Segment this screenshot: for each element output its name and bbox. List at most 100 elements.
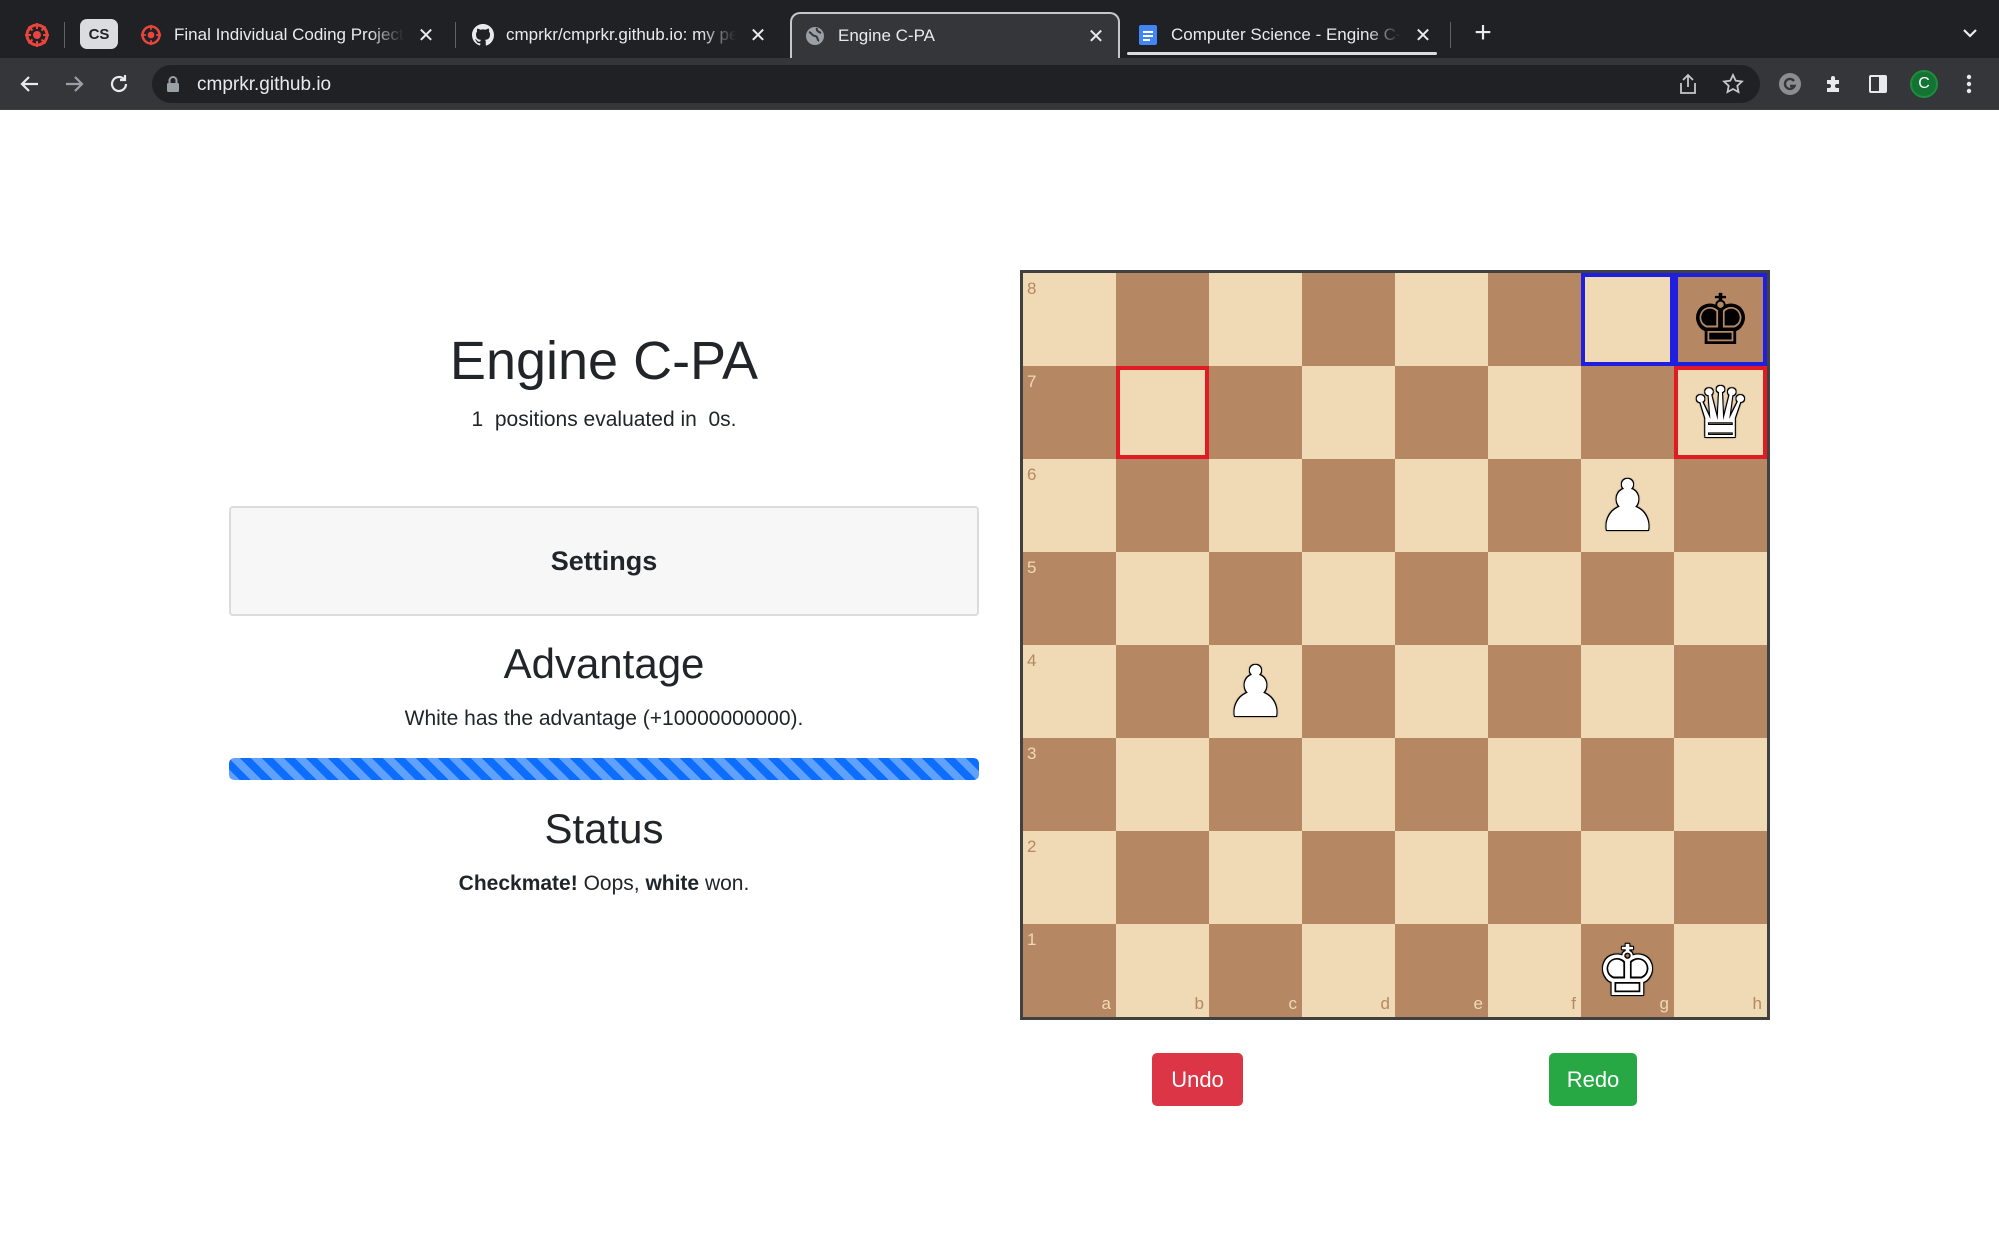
tab-engine-cpa[interactable]: Engine C-PA ✕	[790, 12, 1120, 58]
kebab-menu-icon[interactable]	[1953, 68, 1985, 100]
square-d2[interactable]	[1302, 831, 1395, 924]
tab-github[interactable]: cmprkr/cmprkr.github.io: my personal sit…	[460, 12, 780, 58]
square-a6[interactable]: 6	[1023, 459, 1116, 552]
square-a2[interactable]: 2	[1023, 831, 1116, 924]
lock-icon[interactable]	[166, 75, 180, 98]
square-f1[interactable]: f	[1488, 924, 1581, 1017]
square-f6[interactable]	[1488, 459, 1581, 552]
square-c7[interactable]	[1209, 366, 1302, 459]
white-pawn-piece[interactable]: ♟	[1224, 657, 1287, 727]
side-panel-icon[interactable]	[1862, 68, 1894, 100]
close-icon[interactable]: ✕	[1409, 21, 1437, 49]
square-e7[interactable]	[1395, 366, 1488, 459]
square-f2[interactable]	[1488, 831, 1581, 924]
close-icon[interactable]: ✕	[1082, 22, 1110, 50]
square-b4[interactable]	[1116, 645, 1209, 738]
square-a4[interactable]: 4	[1023, 645, 1116, 738]
square-e1[interactable]: e	[1395, 924, 1488, 1017]
browser-toolbar: cmprkr.github.io C	[0, 58, 1999, 110]
square-c8[interactable]	[1209, 273, 1302, 366]
square-e2[interactable]	[1395, 831, 1488, 924]
square-d1[interactable]: d	[1302, 924, 1395, 1017]
black-king-piece[interactable]: ♚	[1689, 285, 1752, 355]
forward-arrow-icon[interactable]	[58, 68, 90, 100]
square-h1[interactable]: h	[1674, 924, 1767, 1017]
square-d5[interactable]	[1302, 552, 1395, 645]
chessboard[interactable]: 8 ♚ 7 ♛ 6 ♟ 5 4 ♟ 3 2 1 a b c d e f g ♚ h	[1020, 270, 1770, 1020]
address-bar[interactable]: cmprkr.github.io	[152, 65, 1760, 103]
tab-search-chevron-icon[interactable]	[1955, 18, 1985, 48]
square-e6[interactable]	[1395, 459, 1488, 552]
square-g8[interactable]	[1581, 273, 1674, 366]
square-e5[interactable]	[1395, 552, 1488, 645]
square-b2[interactable]	[1116, 831, 1209, 924]
square-b8[interactable]	[1116, 273, 1209, 366]
square-f3[interactable]	[1488, 738, 1581, 831]
close-icon[interactable]: ✕	[412, 21, 440, 49]
square-d8[interactable]	[1302, 273, 1395, 366]
square-h7[interactable]: ♛	[1674, 366, 1767, 459]
square-h2[interactable]	[1674, 831, 1767, 924]
square-g2[interactable]	[1581, 831, 1674, 924]
square-f7[interactable]	[1488, 366, 1581, 459]
square-f5[interactable]	[1488, 552, 1581, 645]
square-f8[interactable]	[1488, 273, 1581, 366]
square-e8[interactable]	[1395, 273, 1488, 366]
close-icon[interactable]: ✕	[744, 21, 772, 49]
white-pawn-piece[interactable]: ♟	[1596, 471, 1659, 541]
square-d7[interactable]	[1302, 366, 1395, 459]
grammarly-extension-icon[interactable]	[1774, 68, 1806, 100]
square-a8[interactable]: 8	[1023, 273, 1116, 366]
square-a1[interactable]: 1a	[1023, 924, 1116, 1017]
college-logo-icon[interactable]	[24, 22, 50, 48]
square-e3[interactable]	[1395, 738, 1488, 831]
white-king-piece[interactable]: ♚	[1596, 936, 1659, 1006]
square-a3[interactable]: 3	[1023, 738, 1116, 831]
tab-separator	[1450, 22, 1451, 48]
square-c2[interactable]	[1209, 831, 1302, 924]
square-g1[interactable]: g ♚	[1581, 924, 1674, 1017]
settings-accordion-button[interactable]: Settings	[229, 506, 979, 616]
bookmark-star-icon[interactable]	[1722, 72, 1744, 100]
square-e4[interactable]	[1395, 645, 1488, 738]
profile-avatar[interactable]: C	[1910, 70, 1938, 98]
advantage-progress-fill	[229, 758, 979, 780]
square-h6[interactable]	[1674, 459, 1767, 552]
square-h5[interactable]	[1674, 552, 1767, 645]
square-h4[interactable]	[1674, 645, 1767, 738]
square-c5[interactable]	[1209, 552, 1302, 645]
square-h3[interactable]	[1674, 738, 1767, 831]
square-g3[interactable]	[1581, 738, 1674, 831]
square-g4[interactable]	[1581, 645, 1674, 738]
new-tab-plus-icon[interactable]: +	[1468, 16, 1498, 49]
square-b6[interactable]	[1116, 459, 1209, 552]
white-queen-piece[interactable]: ♛	[1689, 378, 1752, 448]
square-a7[interactable]: 7	[1023, 366, 1116, 459]
rank-label: 3	[1027, 744, 1037, 763]
square-f4[interactable]	[1488, 645, 1581, 738]
square-d3[interactable]	[1302, 738, 1395, 831]
square-c3[interactable]	[1209, 738, 1302, 831]
share-icon[interactable]	[1678, 73, 1698, 100]
square-b7[interactable]	[1116, 366, 1209, 459]
undo-button[interactable]: Undo	[1152, 1053, 1243, 1106]
square-b1[interactable]: b	[1116, 924, 1209, 1017]
square-c4[interactable]: ♟	[1209, 645, 1302, 738]
extensions-puzzle-icon[interactable]	[1818, 68, 1850, 100]
tab-group-chip[interactable]: CS	[80, 19, 118, 49]
square-a5[interactable]: 5	[1023, 552, 1116, 645]
square-h8[interactable]: ♚	[1674, 273, 1767, 366]
back-arrow-icon[interactable]	[14, 68, 46, 100]
square-c1[interactable]: c	[1209, 924, 1302, 1017]
square-c6[interactable]	[1209, 459, 1302, 552]
square-d4[interactable]	[1302, 645, 1395, 738]
square-g7[interactable]	[1581, 366, 1674, 459]
square-b5[interactable]	[1116, 552, 1209, 645]
tab-final-project[interactable]: Final Individual Coding Project: Engine …	[128, 12, 448, 58]
square-d6[interactable]	[1302, 459, 1395, 552]
square-b3[interactable]	[1116, 738, 1209, 831]
square-g6[interactable]: ♟	[1581, 459, 1674, 552]
square-g5[interactable]	[1581, 552, 1674, 645]
redo-button[interactable]: Redo	[1549, 1053, 1637, 1106]
reload-icon[interactable]	[103, 68, 135, 100]
